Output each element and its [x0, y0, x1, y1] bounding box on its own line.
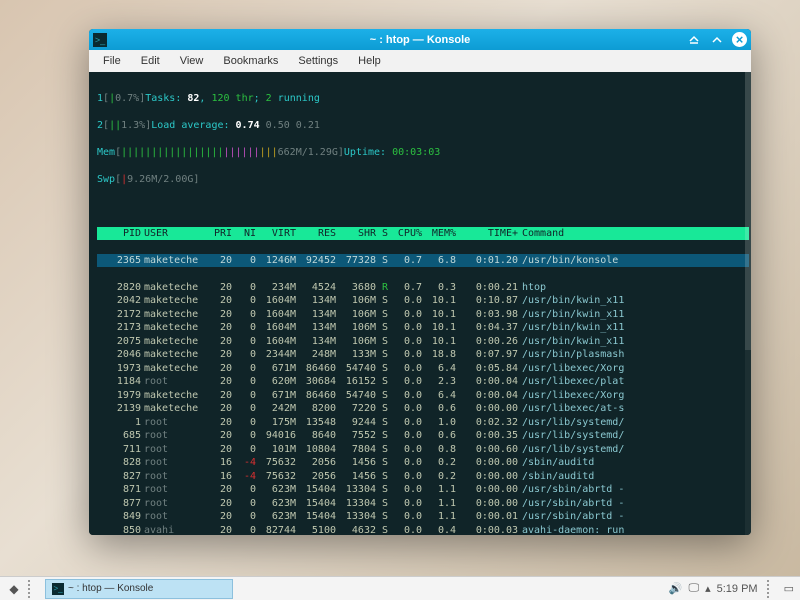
table-row[interactable]: 1979maketeche200671M8646054740S0.06.40:0…	[97, 389, 749, 403]
close-button[interactable]: ×	[732, 32, 747, 47]
table-row[interactable]: 1973maketeche200671M8646054740S0.06.40:0…	[97, 362, 749, 376]
menu-bookmarks[interactable]: Bookmarks	[215, 52, 286, 70]
taskbar: ◆ >_ ~ : htop — Konsole 🔊 🖵 ▴ 5:19 PM ▭	[0, 576, 800, 600]
cpu1-meter: 1 [| 0.7%] Tasks: 82, 120 thr; 2 running	[97, 92, 749, 106]
terminal[interactable]: 1 [| 0.7%] Tasks: 82, 120 thr; 2 running…	[89, 72, 751, 535]
show-desktop-icon[interactable]: ▭	[784, 582, 794, 595]
table-row[interactable]: 2046maketeche2002344M248M133MS0.018.80:0…	[97, 348, 749, 362]
scrollbar-thumb[interactable]	[745, 72, 751, 350]
scrollbar[interactable]	[745, 72, 751, 535]
table-row[interactable]: 828root16-47563220561456S0.00.20:00.00/s…	[97, 456, 749, 470]
window-controls: ×	[686, 32, 747, 47]
table-row[interactable]: 877root200623M1540413304S0.01.10:00.00/u…	[97, 497, 749, 511]
table-row[interactable]: 1184root200620M3068416152S0.02.30:00.04/…	[97, 375, 749, 389]
panel-handle-right[interactable]	[767, 580, 775, 598]
table-row[interactable]: 850avahi2008274451004632S0.00.40:00.03av…	[97, 524, 749, 536]
table-row[interactable]: 2075maketeche2001604M134M106MS0.010.10:0…	[97, 335, 749, 349]
menubar: File Edit View Bookmarks Settings Help	[89, 50, 751, 72]
titlebar[interactable]: >_ ~ : htop — Konsole ×	[89, 29, 751, 50]
menu-edit[interactable]: Edit	[133, 52, 168, 70]
table-row[interactable]: 2173maketeche2001604M134M106MS0.010.10:0…	[97, 321, 749, 335]
mem-meter: Mem[||||||||||||||||||||||||||662M/1.29G…	[97, 146, 749, 160]
table-row[interactable]: 2820maketeche200234M45243680R0.70.30:00.…	[97, 281, 749, 295]
taskbar-entry-label: ~ : htop — Konsole	[68, 583, 153, 594]
system-tray: 🔊 🖵 ▴ 5:19 PM ▭	[669, 580, 800, 598]
selected-process-row[interactable]: 2365maketeche2001246M9245277328S0.76.80:…	[97, 254, 749, 268]
menu-file[interactable]: File	[95, 52, 129, 70]
table-row[interactable]: 1root200175M135489244S0.01.00:02.32/usr/…	[97, 416, 749, 430]
clock[interactable]: 5:19 PM	[717, 583, 758, 595]
swp-meter: Swp[| 9.26M/2.00G]	[97, 173, 749, 187]
table-row[interactable]: 849root200623M1540413304S0.01.10:00.01/u…	[97, 510, 749, 524]
process-list[interactable]: 2820maketeche200234M45243680R0.70.30:00.…	[97, 281, 749, 536]
volume-icon[interactable]: 🔊	[669, 582, 683, 595]
menu-view[interactable]: View	[172, 52, 212, 70]
cpu2-meter: 2 [|| 1.3%] Load average: 0.74 0.50 0.21	[97, 119, 749, 133]
table-row[interactable]: 2139maketeche200242M82007220S0.00.60:00.…	[97, 402, 749, 416]
panel-handle[interactable]	[28, 580, 36, 598]
window-title: ~ : htop — Konsole	[370, 34, 471, 46]
table-row[interactable]: 711root200101M108047804S0.00.80:00.60/us…	[97, 443, 749, 457]
table-row[interactable]: 685root2009401686407552S0.00.60:00.35/us…	[97, 429, 749, 443]
expand-tray-icon[interactable]: ▴	[705, 582, 711, 595]
table-row[interactable]: 2042maketeche2001604M134M106MS0.010.10:1…	[97, 294, 749, 308]
app-icon: >_	[93, 33, 107, 47]
minimize-button[interactable]	[686, 32, 701, 47]
start-button[interactable]: ◆	[3, 579, 25, 599]
taskbar-entry-konsole[interactable]: >_ ~ : htop — Konsole	[45, 579, 233, 599]
table-row[interactable]: 2172maketeche2001604M134M106MS0.010.10:0…	[97, 308, 749, 322]
menu-settings[interactable]: Settings	[290, 52, 346, 70]
menu-help[interactable]: Help	[350, 52, 389, 70]
table-row[interactable]: 827root16-47563220561456S0.00.20:00.00/s…	[97, 470, 749, 484]
maximize-button[interactable]	[709, 32, 724, 47]
konsole-window: >_ ~ : htop — Konsole × File Edit View B…	[89, 29, 751, 535]
network-icon[interactable]: 🖵	[688, 582, 699, 595]
konsole-icon: >_	[52, 583, 64, 595]
table-row[interactable]: 871root200623M1540413304S0.01.10:00.00/u…	[97, 483, 749, 497]
process-header[interactable]: PIDUSERPRINIVIRTRESSHRSCPU%MEM%TIME+Comm…	[97, 227, 749, 241]
